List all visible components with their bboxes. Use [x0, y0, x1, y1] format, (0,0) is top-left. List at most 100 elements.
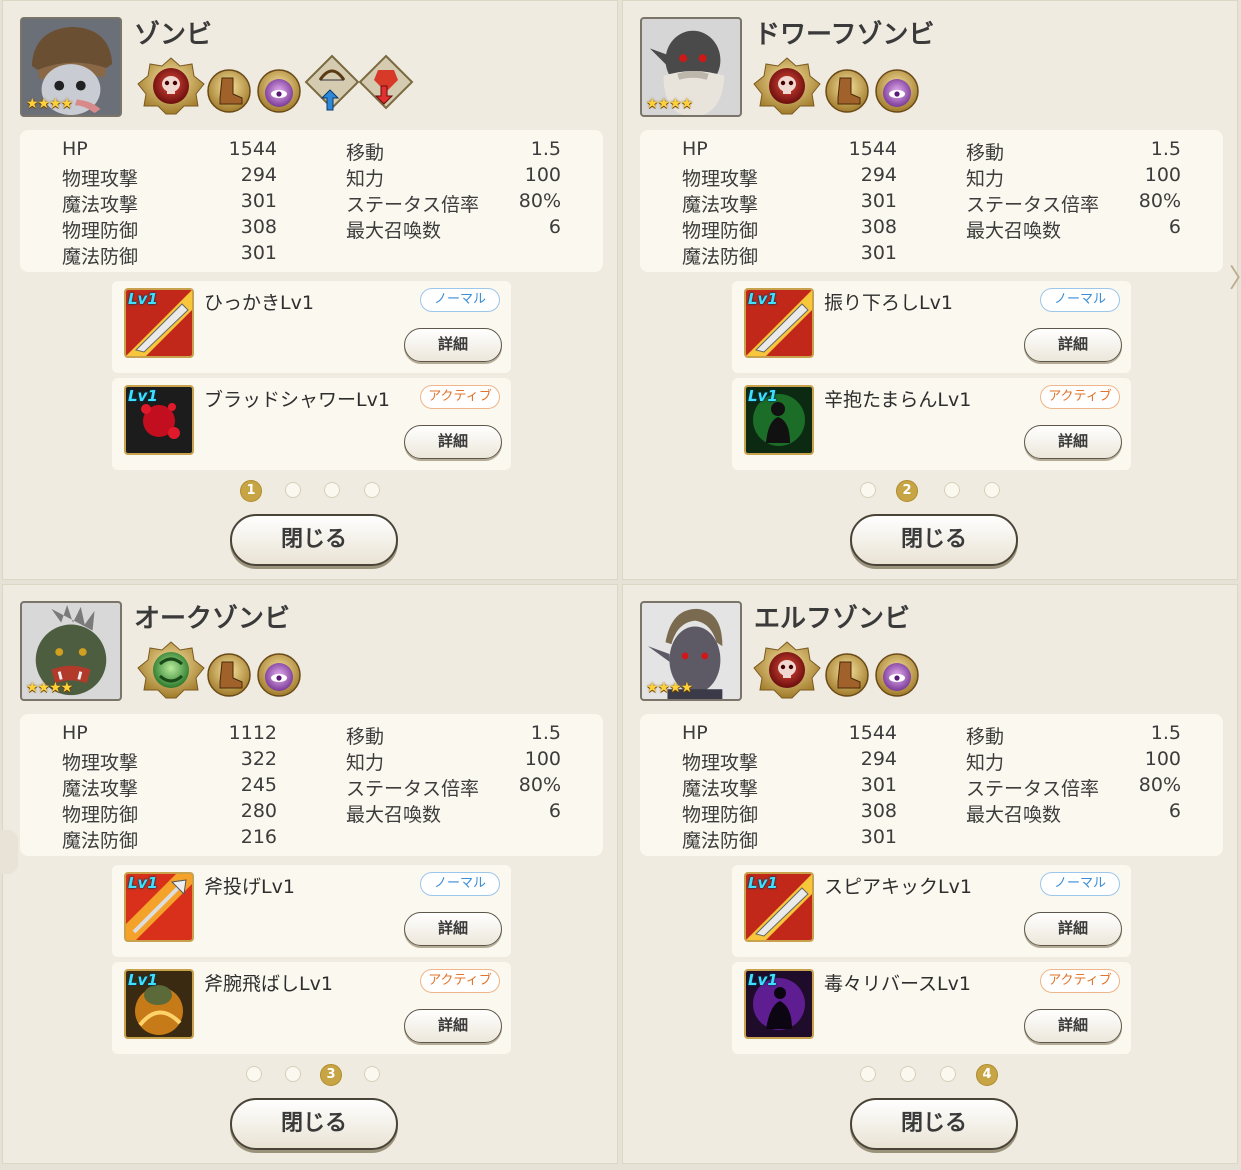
skill-level-badge: Lv1 [128, 971, 158, 989]
stat-label: 物理攻撃 [62, 168, 139, 190]
page-dot-active[interactable]: 1 [240, 480, 262, 502]
skill-detail-button[interactable]: 詳細 [404, 425, 502, 459]
page-dot[interactable] [860, 1066, 876, 1082]
stat-row-int: 知力 100 [966, 164, 1181, 190]
stat-label: 物理防御 [682, 804, 759, 826]
eye-badge-icon [257, 69, 301, 113]
page-dot[interactable] [285, 482, 301, 498]
close-button[interactable]: 閉じる [850, 514, 1018, 566]
stat-label: 物理攻撃 [682, 168, 759, 190]
page-dot[interactable] [285, 1066, 301, 1082]
stat-value: 80% [518, 190, 561, 212]
close-button[interactable]: 閉じる [850, 1098, 1018, 1150]
stat-label: 移動 [966, 726, 1005, 748]
stat-value: 308 [860, 800, 897, 822]
stat-row-mdef: 魔法防御 301 [682, 242, 897, 268]
stat-value: 294 [860, 164, 897, 186]
page-dot[interactable] [984, 482, 1000, 498]
skill-detail-button[interactable]: 詳細 [1024, 425, 1122, 459]
page-dot-active[interactable]: 3 [320, 1064, 342, 1086]
page-dot-active[interactable]: 4 [976, 1064, 998, 1086]
stat-row-hp: HP 1544 [682, 138, 897, 164]
bow-up-badge-icon [304, 54, 360, 111]
stat-label: 知力 [346, 168, 385, 190]
stat-row-mdef: 魔法防御 301 [682, 826, 897, 852]
skill-name: ブラッドシャワーLv1 [204, 389, 390, 411]
boot-badge-icon [207, 653, 251, 697]
stat-value: 308 [860, 216, 897, 238]
skill-detail-button[interactable]: 詳細 [404, 912, 502, 946]
page-indicator: 2 [860, 480, 1010, 502]
page-dot[interactable] [860, 482, 876, 498]
stat-value: 1544 [228, 138, 277, 160]
skill-level-badge: Lv1 [748, 971, 778, 989]
page-dot[interactable] [940, 1066, 956, 1082]
skill-detail-button[interactable]: 詳細 [404, 328, 502, 362]
rarity-stars: ★★★★ [26, 680, 73, 696]
stat-value: 1112 [228, 722, 277, 744]
stat-row-hp: HP 1544 [62, 138, 277, 164]
skill-detail-button[interactable]: 詳細 [1024, 912, 1122, 946]
next-arrow-icon[interactable]: 〉 [1229, 258, 1241, 295]
stat-value: 294 [240, 164, 277, 186]
stat-label: 魔法防御 [62, 830, 139, 852]
close-button[interactable]: 閉じる [230, 514, 398, 566]
skill-type-tag: ノーマル [420, 872, 500, 896]
page-dot[interactable] [246, 1066, 262, 1082]
endure-skill-icon: Lv1 [744, 385, 814, 455]
page-dot[interactable] [324, 482, 340, 498]
skill-card: Lv1 スピアキックLv1 ノーマル 詳細 [732, 865, 1131, 957]
skill-detail-button[interactable]: 詳細 [1024, 1009, 1122, 1043]
stat-value: 301 [860, 242, 897, 264]
unit-portrait: ★★★★ [20, 17, 122, 117]
close-button[interactable]: 閉じる [230, 1098, 398, 1150]
skill-card: Lv1 辛抱たまらんLv1 アクティブ 詳細 [732, 378, 1131, 470]
stat-label: 物理防御 [62, 804, 139, 826]
skill-level-badge: Lv1 [748, 387, 778, 405]
stat-value: 301 [860, 826, 897, 848]
stat-row-rate: ステータス倍率 80% [966, 774, 1181, 800]
page-dot[interactable] [364, 482, 380, 498]
skill-type-tag: アクティブ [420, 969, 500, 993]
unit-panel-zombie: ★★★★ ゾンビ HP 1544 物理攻撃 294 魔法攻撃 301 物理防御 … [2, 0, 618, 580]
side-tab-handle[interactable] [0, 830, 18, 874]
skill-type-tag: ノーマル [1040, 872, 1120, 896]
stat-label: HP [62, 138, 88, 160]
stat-value: 6 [1168, 800, 1181, 822]
page-dot[interactable] [364, 1066, 380, 1082]
stat-row-mdef: 魔法防御 301 [62, 242, 277, 268]
stat-value: 80% [1138, 774, 1181, 796]
slash-skill-icon: Lv1 [124, 288, 194, 358]
stat-label: 物理攻撃 [682, 752, 759, 774]
rarity-stars: ★★★★ [26, 96, 73, 112]
stat-label: 魔法攻撃 [62, 194, 139, 216]
stat-label: 最大召喚数 [346, 804, 442, 826]
stat-value: 301 [240, 190, 277, 212]
stat-label: 物理攻撃 [62, 752, 139, 774]
stats-table: HP 1544 物理攻撃 294 魔法攻撃 301 物理防御 308 魔法防御 … [640, 130, 1223, 272]
axe-throw-skill-icon: Lv1 [124, 872, 194, 942]
stat-row-rate: ステータス倍率 80% [346, 190, 561, 216]
skill-card: Lv1 振り下ろしLv1 ノーマル 詳細 [732, 281, 1131, 373]
skill-level-badge: Lv1 [748, 290, 778, 308]
attack-down-badge-icon [358, 54, 414, 110]
stat-row-matk: 魔法攻撃 301 [682, 774, 897, 800]
unit-panel-elf-zombie: ★★★★ エルフゾンビ HP 1544 物理攻撃 294 魔法攻撃 301 物理… [622, 584, 1238, 1164]
stat-value: 1.5 [530, 138, 561, 160]
stat-row-patk: 物理攻撃 322 [62, 748, 277, 774]
skill-type-tag: アクティブ [1040, 969, 1120, 993]
boot-badge-icon [207, 69, 251, 113]
skill-level-badge: Lv1 [128, 874, 158, 892]
stat-label: 魔法攻撃 [682, 194, 759, 216]
skill-detail-button[interactable]: 詳細 [404, 1009, 502, 1043]
stat-label: 知力 [966, 168, 1005, 190]
stat-row-pdef: 物理防御 308 [682, 800, 897, 826]
stat-label: HP [62, 722, 88, 744]
page-dot[interactable] [900, 1066, 916, 1082]
skill-detail-button[interactable]: 詳細 [1024, 328, 1122, 362]
page-dot-active[interactable]: 2 [896, 480, 918, 502]
stat-value: 100 [1144, 164, 1181, 186]
undead-skull-badge-icon [753, 641, 821, 699]
page-dot[interactable] [944, 482, 960, 498]
stat-row-move: 移動 1.5 [346, 722, 561, 748]
